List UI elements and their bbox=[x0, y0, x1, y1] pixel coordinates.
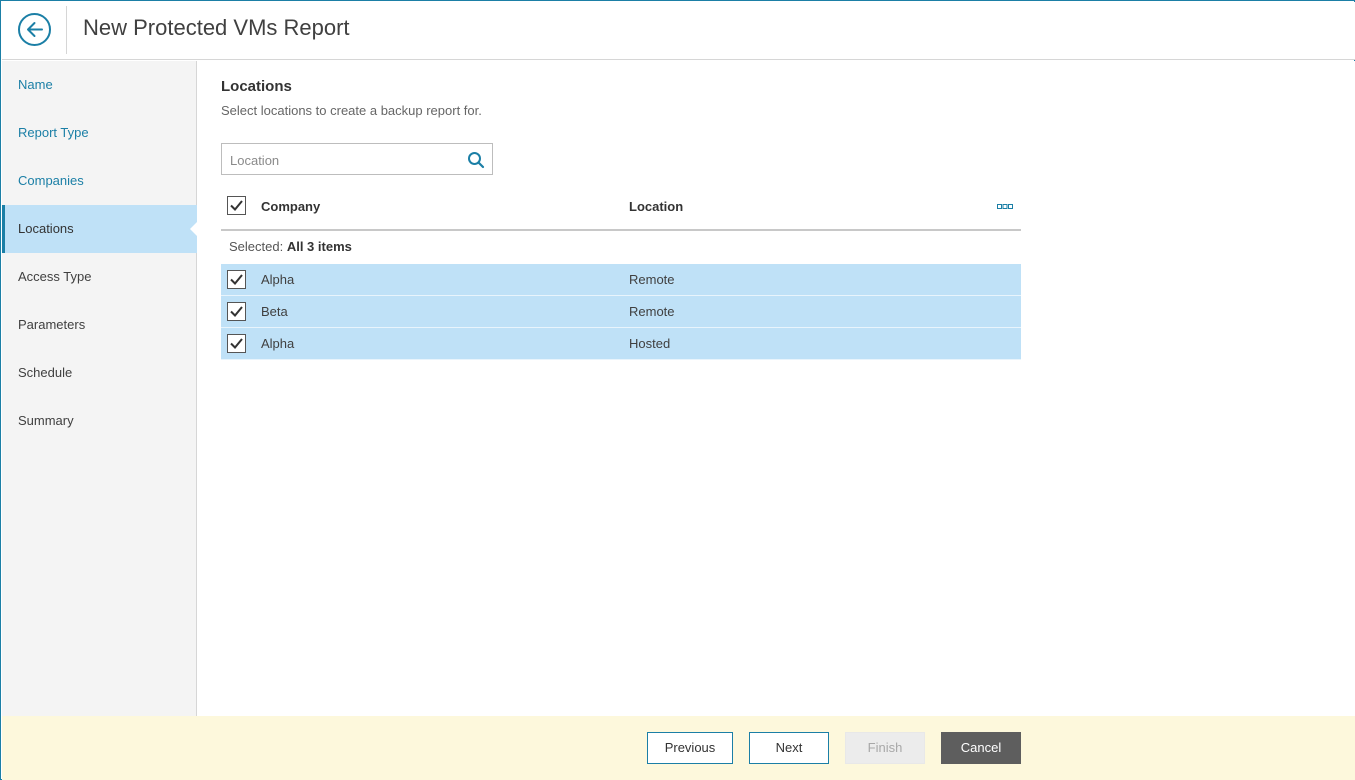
row-checkbox[interactable] bbox=[227, 270, 246, 289]
back-button[interactable] bbox=[18, 13, 51, 46]
sidebar-item-parameters[interactable]: Parameters bbox=[2, 301, 197, 349]
location-search-box bbox=[221, 143, 493, 175]
wizard-header: New Protected VMs Report bbox=[2, 2, 1355, 60]
wizard-footer: Previous Next Finish Cancel bbox=[2, 716, 1355, 780]
selection-summary: Selected: All 3 items bbox=[221, 231, 1021, 264]
location-search-input[interactable] bbox=[230, 150, 455, 170]
sidebar-item-locations[interactable]: Locations bbox=[2, 205, 197, 253]
column-chooser-icon[interactable] bbox=[997, 203, 1013, 211]
select-all-checkbox[interactable] bbox=[227, 196, 246, 215]
sidebar-item-access-type[interactable]: Access Type bbox=[2, 253, 197, 301]
locations-grid: Company Location Selected: All 3 items A… bbox=[221, 187, 1021, 360]
grid-header: Company Location bbox=[221, 187, 1021, 231]
column-header-location[interactable]: Location bbox=[629, 199, 683, 214]
cell-company: Alpha bbox=[261, 336, 295, 351]
cell-company: Beta bbox=[261, 304, 288, 319]
header-divider bbox=[66, 6, 67, 54]
cell-company: Alpha bbox=[261, 272, 295, 287]
selected-label: Selected: bbox=[229, 239, 284, 254]
page-title: New Protected VMs Report bbox=[83, 15, 350, 40]
cell-location: Remote bbox=[629, 304, 675, 319]
cell-location: Hosted bbox=[629, 336, 671, 351]
row-checkbox[interactable] bbox=[227, 302, 246, 321]
next-button[interactable]: Next bbox=[749, 732, 829, 764]
sidebar-item-schedule[interactable]: Schedule bbox=[2, 349, 197, 397]
finish-button: Finish bbox=[845, 732, 925, 764]
sidebar-item-companies[interactable]: Companies bbox=[2, 157, 197, 205]
previous-button[interactable]: Previous bbox=[647, 732, 733, 764]
cancel-button[interactable]: Cancel bbox=[941, 732, 1021, 764]
cell-location: Remote bbox=[629, 272, 675, 287]
selected-count: All 3 items bbox=[286, 239, 352, 254]
checkmark-icon bbox=[230, 274, 243, 285]
sidebar-item-report-type[interactable]: Report Type bbox=[2, 109, 197, 157]
search-icon[interactable] bbox=[467, 151, 485, 169]
wizard-window: New Protected VMs Report Name Report Typ… bbox=[0, 0, 1355, 780]
row-checkbox[interactable] bbox=[227, 334, 246, 353]
table-row[interactable]: Alpha Hosted bbox=[221, 328, 1021, 360]
step-content: Locations Select locations to create a b… bbox=[197, 61, 1355, 716]
section-title: Locations bbox=[221, 78, 292, 95]
table-row[interactable]: Beta Remote bbox=[221, 296, 1021, 328]
section-description: Select locations to create a backup repo… bbox=[221, 103, 482, 118]
sidebar-item-summary[interactable]: Summary bbox=[2, 397, 197, 445]
checkmark-icon bbox=[230, 306, 243, 317]
wizard-steps-sidebar: Name Report Type Companies Locations Acc… bbox=[2, 61, 197, 716]
checkmark-icon bbox=[230, 200, 243, 211]
sidebar-item-name[interactable]: Name bbox=[2, 61, 197, 109]
arrow-left-circle-icon bbox=[27, 22, 43, 37]
column-header-company[interactable]: Company bbox=[261, 199, 320, 214]
checkmark-icon bbox=[230, 338, 243, 349]
table-row[interactable]: Alpha Remote bbox=[221, 264, 1021, 296]
